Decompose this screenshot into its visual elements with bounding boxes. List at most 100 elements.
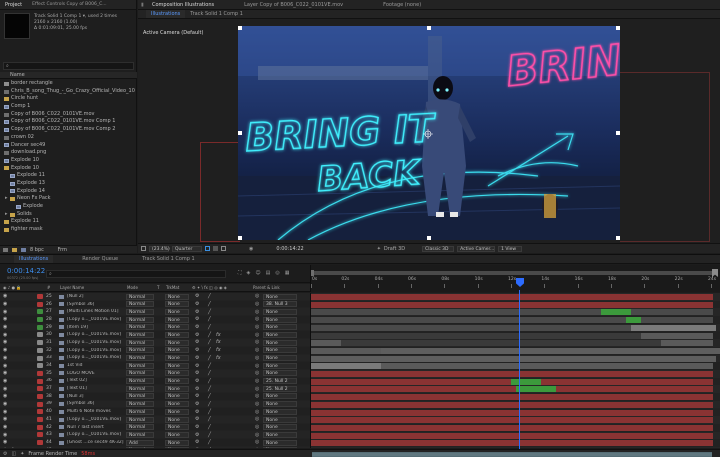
shy-switch-icon[interactable]: ⚙	[195, 409, 199, 415]
layer-name[interactable]: [Copy o..._0101VE.mov]	[67, 355, 125, 360]
project-item[interactable]: Comp 1	[2, 103, 135, 111]
quality-switch-icon[interactable]: ╱	[208, 316, 211, 322]
trkmat-dropdown[interactable]: None	[165, 439, 189, 446]
in-out-icon[interactable]: ✦	[20, 451, 24, 457]
layer-row[interactable]: ◉ 36 [Text 02] Normal None ⚙ ╱ ◎ 25. Null 2	[0, 377, 310, 386]
parent-dropdown[interactable]: None	[263, 362, 297, 369]
trkmat-dropdown[interactable]: None	[165, 308, 189, 315]
layer-mode-dropdown[interactable]: Normal	[126, 370, 154, 377]
layer-mode-dropdown[interactable]: Normal	[126, 416, 154, 423]
quality-switch-icon[interactable]: ╱	[208, 324, 211, 330]
quality-switch-icon[interactable]: ╱	[208, 332, 211, 338]
project-search[interactable]: ⌕	[3, 62, 134, 70]
quality-switch-icon[interactable]: ╱	[208, 432, 211, 438]
pickwhip-icon[interactable]: ◎	[255, 432, 259, 438]
layer-name[interactable]: [Null 2]	[67, 294, 125, 299]
parent-dropdown[interactable]: None	[263, 408, 297, 415]
layer-duration-bar[interactable]	[311, 309, 713, 316]
label-color-swatch[interactable]	[37, 309, 43, 315]
trkmat-dropdown[interactable]: None	[165, 301, 189, 308]
layer-row[interactable]: ◉ 34 1st Vid Normal None ⚙ ╱ ◎ None	[0, 362, 310, 370]
layer-name[interactable]: Null 7 last insert	[67, 425, 125, 430]
shy-switch-icon[interactable]: ⚙	[195, 301, 199, 307]
visibility-eye-icon[interactable]: ◉	[3, 386, 7, 392]
label-color-swatch[interactable]	[37, 332, 43, 338]
pickwhip-icon[interactable]: ◎	[255, 447, 259, 448]
zoom-slider[interactable]	[312, 452, 712, 457]
layer-mode-dropdown[interactable]: Normal	[126, 447, 154, 448]
layer-mode-dropdown[interactable]: Normal	[126, 424, 154, 431]
parent-dropdown[interactable]: None	[263, 339, 297, 346]
layer-duration-bar[interactable]	[311, 417, 713, 424]
quality-switch-icon[interactable]: ╱	[208, 416, 211, 422]
label-color-swatch[interactable]	[37, 401, 43, 407]
layer-duration-bar[interactable]	[311, 317, 713, 324]
project-item[interactable]: border rectangle	[2, 80, 135, 88]
snapshot-icon[interactable]: ◉	[249, 246, 253, 252]
visibility-eye-icon[interactable]: ◉	[3, 332, 7, 338]
quality-switch-icon[interactable]: ╱	[208, 355, 211, 361]
project-item[interactable]: download.png	[2, 149, 135, 157]
always-preview-icon[interactable]	[141, 246, 146, 251]
layer-row[interactable]: ◉ 25 [Null 2] Normal None ⚙ ╱ ◎ None	[0, 293, 310, 301]
label-color-swatch[interactable]	[37, 440, 43, 446]
parent-dropdown[interactable]: None	[263, 424, 297, 431]
layer-mode-dropdown[interactable]: Normal	[126, 355, 154, 361]
trkmat-dropdown[interactable]: None	[165, 424, 189, 431]
pickwhip-icon[interactable]: ◎	[255, 309, 259, 315]
tab-render-queue[interactable]: Render Queue	[77, 255, 123, 263]
visibility-eye-icon[interactable]: ◉	[3, 316, 7, 322]
layer-name[interactable]: [Symbol 36]	[67, 401, 125, 406]
layer-mode-dropdown[interactable]: Normal	[126, 408, 154, 415]
motion-blur-icon[interactable]: ◎	[275, 270, 279, 276]
new-comp-icon[interactable]	[21, 247, 26, 252]
effects-switch-icon[interactable]: fx	[216, 339, 221, 345]
pickwhip-icon[interactable]: ◎	[255, 332, 259, 338]
label-color-swatch[interactable]	[37, 294, 43, 299]
label-color-swatch[interactable]	[37, 417, 43, 422]
trkmat-dropdown[interactable]: None	[165, 401, 189, 408]
label-color-swatch[interactable]	[37, 347, 43, 353]
layer-name[interactable]: [Copy o..._0101VE.mov]	[67, 417, 125, 422]
shy-switch-icon[interactable]: ⚙	[195, 332, 199, 338]
quality-switch-icon[interactable]: ╱	[208, 401, 211, 407]
layer-mode-dropdown[interactable]: Normal	[126, 331, 154, 338]
layer-mode-dropdown[interactable]: Normal	[126, 362, 154, 369]
shy-switch-icon[interactable]: ⚙	[195, 339, 199, 345]
trkmat-dropdown[interactable]: None	[165, 385, 189, 392]
quality-switch-icon[interactable]: ╱	[208, 293, 211, 299]
quality-switch-icon[interactable]: ╱	[208, 309, 211, 315]
audio-icon[interactable]: ♪	[11, 447, 14, 448]
layer-row[interactable]: ◉ 29 [Item 19] Normal None ⚙ ╱ ◎ None	[0, 323, 310, 332]
layer-mode-dropdown[interactable]: Normal	[126, 385, 154, 392]
parent-dropdown[interactable]: None	[263, 293, 297, 300]
layer-row[interactable]: ◉ 27 [Multi Lines Motion 01] Normal None ⚙ ╱ ◎ N…	[0, 308, 310, 317]
layer-mode-dropdown[interactable]: Normal	[126, 339, 154, 346]
trkmat-dropdown[interactable]: None	[165, 393, 189, 400]
work-area-bar[interactable]	[311, 271, 713, 275]
selection-handle[interactable]	[238, 131, 242, 135]
draft-3d-icon[interactable]: ◈	[247, 270, 251, 276]
visibility-eye-icon[interactable]: ◉	[3, 432, 7, 438]
tab-effect-controls[interactable]: Effect Controls Copy of B006_C...	[27, 0, 111, 9]
layer-duration-bar[interactable]	[311, 401, 713, 408]
quality-switch-icon[interactable]: ╱	[208, 347, 211, 353]
project-item[interactable]: Copy of B006_C022_0101VE.mov Comp 1	[2, 118, 135, 126]
label-color-swatch[interactable]	[37, 324, 43, 330]
trkmat-dropdown[interactable]: None	[165, 293, 189, 300]
trkmat-dropdown[interactable]: None	[165, 347, 189, 354]
layer-name[interactable]: [Text 01]	[67, 386, 125, 391]
layer-name[interactable]: [Item 19]	[67, 325, 125, 330]
project-item[interactable]: ▸fighter mask	[2, 226, 135, 234]
project-item[interactable]: Dancer sec49	[2, 142, 135, 150]
shy-switch-icon[interactable]: ⚙	[195, 386, 199, 392]
quality-switch-icon[interactable]: ╱	[208, 409, 211, 415]
parent-dropdown[interactable]: 25. Null 2	[263, 378, 297, 385]
trkmat-dropdown[interactable]: None	[165, 316, 189, 323]
parent-dropdown[interactable]: 38. Null 3	[263, 301, 297, 308]
parent-dropdown[interactable]: None	[263, 308, 297, 315]
subtab-track-solid[interactable]: Track Solid 1 Comp 1	[185, 10, 248, 18]
pickwhip-icon[interactable]: ◎	[255, 401, 259, 407]
quality-switch-icon[interactable]: ╱	[208, 378, 211, 384]
project-item[interactable]: Explode 11	[2, 172, 135, 180]
